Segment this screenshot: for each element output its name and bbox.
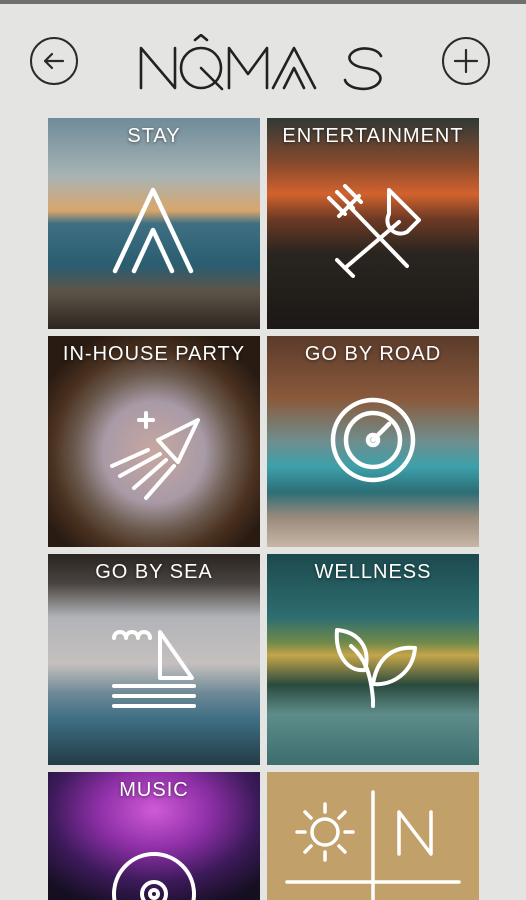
tile-music[interactable]: MUSIC bbox=[48, 772, 260, 900]
speedometer-icon bbox=[330, 397, 416, 483]
tent-icon bbox=[112, 187, 194, 274]
vinyl-icon bbox=[112, 852, 196, 900]
plus-icon bbox=[453, 48, 479, 74]
arrow-left-icon bbox=[43, 52, 65, 70]
sailboat-icon bbox=[112, 630, 196, 708]
tile-wellness[interactable]: WELLNESS bbox=[267, 554, 479, 765]
leaves-icon bbox=[334, 628, 417, 708]
tile-entertainment[interactable]: ENTERTAINMENT bbox=[267, 118, 479, 329]
category-grid: STAY ENTERTAINMENT IN-HOUSE PARTY GO BY … bbox=[48, 118, 479, 900]
header bbox=[0, 4, 526, 112]
rocket-icon bbox=[110, 411, 200, 500]
tile-go-by-sea[interactable]: GO BY SEA bbox=[48, 554, 260, 765]
tile-in-house-party[interactable]: IN-HOUSE PARTY bbox=[48, 336, 260, 547]
tile-stay[interactable]: STAY bbox=[48, 118, 260, 329]
back-button[interactable] bbox=[30, 37, 78, 85]
tile-go-by-road[interactable]: GO BY ROAD bbox=[267, 336, 479, 547]
fork-glass-icon bbox=[327, 184, 421, 278]
tile-nomas-brand[interactable] bbox=[267, 772, 479, 900]
add-button[interactable] bbox=[442, 37, 490, 85]
sun-n-icon bbox=[285, 790, 461, 900]
nomas-logo bbox=[139, 34, 383, 91]
